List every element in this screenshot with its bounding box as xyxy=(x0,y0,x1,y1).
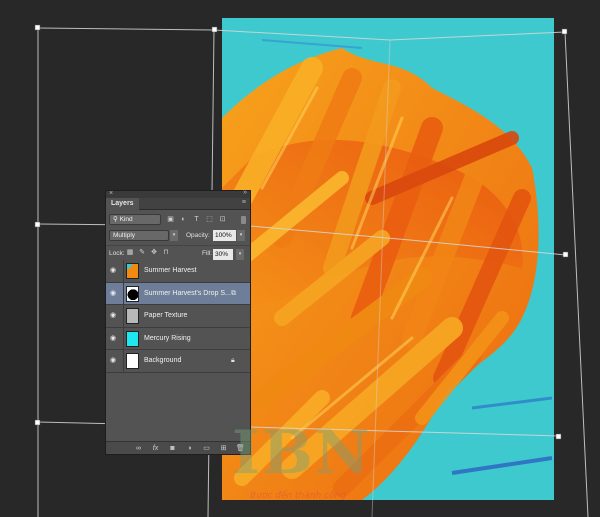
layer-row-summer-harvest[interactable]: ◉ Summer Harvest xyxy=(106,260,250,283)
new-layer-icon[interactable]: ⊞ xyxy=(219,444,228,453)
panel-tab-row: Layers ≡ xyxy=(106,198,250,210)
chevron-down-icon[interactable]: ▾ xyxy=(237,230,245,241)
layer-row-mercury-rising[interactable]: ◉ Mercury Rising xyxy=(106,327,250,350)
filter-kind-label: Kind xyxy=(119,216,133,223)
fill-field[interactable]: 30% xyxy=(213,249,233,260)
panel-menu-icon[interactable]: ≡ xyxy=(242,199,246,206)
adjustment-filter-icon[interactable]: ◐ xyxy=(179,215,188,224)
close-panel-icon[interactable]: × xyxy=(109,190,113,197)
layer-thumbnail xyxy=(126,353,139,369)
eye-column-divider xyxy=(123,305,124,327)
transform-handle[interactable] xyxy=(562,251,569,258)
opacity-label: Opacity: xyxy=(186,232,210,239)
type-filter-icon[interactable]: T xyxy=(192,215,201,224)
filter-row: ⚲ Kind ▣ ◐ T ⬚ ⊡ xyxy=(106,213,250,227)
layer-thumbnail xyxy=(126,308,139,324)
filter-toggle-switch[interactable] xyxy=(241,216,246,224)
trash-icon[interactable]: 🗑︎ xyxy=(236,444,245,453)
visibility-eye-icon[interactable]: ◉ xyxy=(110,357,119,365)
visibility-eye-icon[interactable]: ◉ xyxy=(110,312,119,320)
opacity-field[interactable]: 100% xyxy=(213,230,236,241)
chevron-down-icon[interactable]: ▾ xyxy=(236,249,244,260)
layers-panel: × » Layers ≡ ⚲ Kind ▣ ◐ T ⬚ ⊡ Multiply ▾… xyxy=(105,189,251,455)
visibility-eye-icon[interactable]: ◉ xyxy=(110,335,119,343)
lock-paint-icon[interactable]: ✎ xyxy=(138,249,146,257)
link-layers-icon[interactable]: ∞ xyxy=(134,444,143,453)
layer-thumbnail xyxy=(126,263,139,279)
lock-transparency-icon[interactable]: ▦ xyxy=(126,249,134,257)
photoshop-workspace: × » Layers ≡ ⚲ Kind ▣ ◐ T ⬚ ⊡ Multiply ▾… xyxy=(0,0,600,517)
layer-name: Paper Texture xyxy=(144,312,188,319)
paint-artwork xyxy=(222,39,553,500)
filter-icons: ▣ ◐ T ⬚ ⊡ xyxy=(166,215,227,224)
smart-object-icon: ⧉ xyxy=(231,289,236,297)
panel-topbar: × » xyxy=(106,189,250,198)
smart-object-filter-icon[interactable]: ⊡ xyxy=(218,215,227,224)
transform-handle[interactable] xyxy=(211,26,218,33)
lock-row: Lock: ▦ ✎ ✥ ⊓ Fill: 30% ▾ xyxy=(106,245,250,260)
shape-filter-icon[interactable]: ⬚ xyxy=(205,215,214,224)
eye-column-divider xyxy=(123,350,124,372)
layer-name: Summer Harvest's Drop S... xyxy=(144,289,231,297)
layer-name: Background xyxy=(144,357,182,364)
transform-handle[interactable] xyxy=(555,433,562,440)
chevron-down-icon[interactable]: ▾ xyxy=(170,230,178,241)
tab-layers[interactable]: Layers xyxy=(106,198,139,210)
lock-all-icon[interactable]: ⊓ xyxy=(162,249,170,257)
eye-column-divider xyxy=(123,327,124,349)
new-group-icon[interactable]: ▭ xyxy=(202,444,211,453)
transform-handle[interactable] xyxy=(34,221,41,228)
transform-handle[interactable] xyxy=(34,419,41,426)
canvas-document[interactable] xyxy=(222,18,554,500)
transform-handle[interactable] xyxy=(34,24,41,31)
filter-kind-select[interactable]: ⚲ Kind xyxy=(109,214,161,225)
lock-position-icon[interactable]: ✥ xyxy=(150,249,158,257)
lock-label: Lock: xyxy=(109,250,125,257)
blend-row: Multiply ▾ Opacity: 100% ▾ xyxy=(106,229,250,243)
fill-label: Fill: xyxy=(202,250,213,257)
add-mask-icon[interactable]: ◙ xyxy=(168,444,177,453)
layer-thumbnail xyxy=(126,330,139,347)
layers-list: ◉ Summer Harvest ◉ Summer Harvest's Drop… xyxy=(106,260,250,373)
search-icon: ⚲ xyxy=(113,216,120,223)
footer-icons: ∞ fx ◙ ◑ ▭ ⊞ 🗑︎ xyxy=(134,444,245,453)
visibility-eye-icon[interactable]: ◉ xyxy=(110,267,119,275)
eye-column-divider xyxy=(123,282,124,304)
panel-footer: ∞ fx ◙ ◑ ▭ ⊞ 🗑︎ xyxy=(106,441,250,454)
eye-column-divider xyxy=(123,260,124,282)
transform-handle[interactable] xyxy=(561,28,568,35)
collapse-panel-icon[interactable]: » xyxy=(243,189,247,196)
layer-name: Mercury Rising xyxy=(144,334,191,342)
blend-mode-select[interactable]: Multiply xyxy=(109,230,169,241)
lock-icons: ▦ ✎ ✥ ⊓ xyxy=(126,249,170,257)
lock-icon: 🔒︎ xyxy=(231,357,235,364)
layer-row-drop-shadow[interactable]: ◉ Summer Harvest's Drop S... ⧉ xyxy=(106,282,250,305)
layer-row-paper-texture[interactable]: ◉ Paper Texture xyxy=(106,305,250,328)
adjustment-layer-icon[interactable]: ◑ xyxy=(185,444,194,453)
visibility-eye-icon[interactable]: ◉ xyxy=(110,290,119,298)
layer-name: Summer Harvest xyxy=(144,267,197,274)
layer-thumbnail xyxy=(126,285,139,302)
layer-row-background[interactable]: ◉ Background 🔒︎ xyxy=(106,350,250,373)
fx-icon[interactable]: fx xyxy=(151,444,160,453)
pixel-filter-icon[interactable]: ▣ xyxy=(166,215,175,224)
